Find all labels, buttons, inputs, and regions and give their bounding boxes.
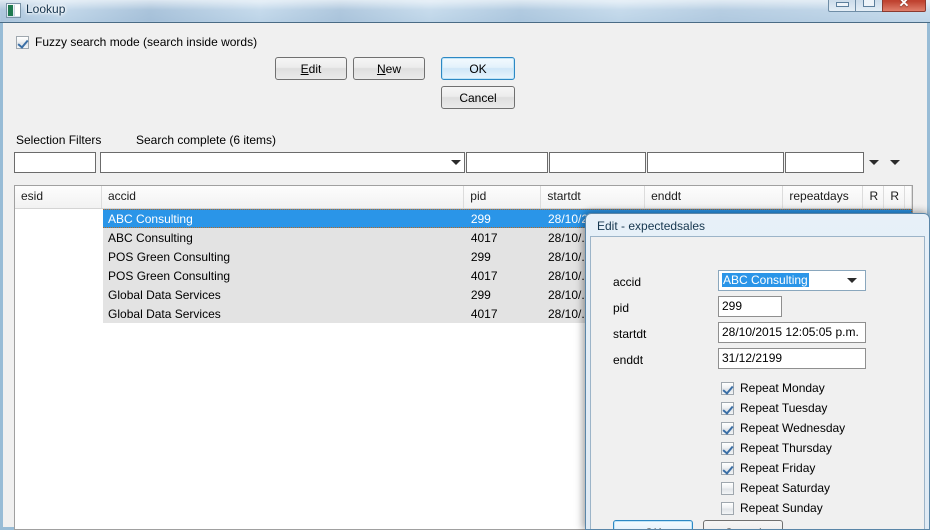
new-button-label: ew <box>385 61 401 76</box>
chevron-down-icon-b[interactable] <box>451 160 461 165</box>
startdt-input[interactable]: 28/10/2015 12:05:05 p.m. <box>718 322 866 343</box>
repeat-thursday-label: Repeat Thursday <box>740 441 832 455</box>
minimize-button[interactable] <box>828 0 856 12</box>
maximize-button[interactable] <box>855 0 883 12</box>
repeat-sunday-checkbox[interactable]: Repeat Sunday <box>721 501 823 515</box>
edit-expectedsales-dialog: Edit - expectedsales accid ABC Consultin… <box>585 213 930 530</box>
esid-gutter-band <box>15 209 103 323</box>
repeat-friday-label: Repeat Friday <box>740 461 816 475</box>
repeat-tuesday-checkbox[interactable]: Repeat Tuesday <box>721 401 827 415</box>
accid-field-label: accid <box>613 275 642 289</box>
chevron-down-icon-accid[interactable] <box>847 278 857 283</box>
pid-field-label: pid <box>613 301 630 315</box>
column-header-enddt[interactable]: enddt <box>645 186 784 208</box>
cell-pid: 299 <box>470 249 491 264</box>
edit-dialog-body: accid ABC Consulting pid 299 startdt 28/… <box>590 236 925 529</box>
close-button[interactable]: ✕ <box>882 0 926 12</box>
chevron-down-icon-f[interactable] <box>869 160 879 165</box>
fuzzy-search-checkbox[interactable]: Fuzzy search mode (search inside words) <box>16 35 257 49</box>
repeat-tuesday-label: Repeat Tuesday <box>740 401 828 415</box>
repeat-saturday-checkbox-box[interactable] <box>721 481 734 495</box>
cell-accid: ABC Consulting <box>108 230 193 245</box>
window-controls: ✕ <box>828 0 926 14</box>
new-button[interactable]: New <box>353 57 425 80</box>
edit-dialog-title: Edit - expectedsales <box>597 219 706 233</box>
filter-input-c[interactable] <box>466 152 548 173</box>
repeat-thursday-checkbox-box[interactable] <box>721 441 734 455</box>
accid-combobox-value: ABC Consulting <box>722 273 809 287</box>
ok-button[interactable]: OK <box>441 57 515 80</box>
column-header-filler <box>905 186 912 208</box>
cell-accid: POS Green Consulting <box>108 268 231 283</box>
app-icon-left-block <box>8 5 13 16</box>
repeat-sunday-label: Repeat Sunday <box>740 501 823 515</box>
grid-header-row: esid accid pid startdt enddt repeatdays … <box>15 186 912 209</box>
repeat-saturday-label: Repeat Saturday <box>740 481 831 495</box>
repeat-friday-checkbox[interactable]: Repeat Friday <box>721 461 815 475</box>
edit-button-label: dit <box>308 61 322 76</box>
column-header-pid[interactable]: pid <box>464 186 542 208</box>
window-title: Lookup <box>26 2 66 16</box>
dialog-cancel-button[interactable]: Cancel <box>703 520 783 529</box>
app-icon-right-block <box>14 5 20 16</box>
column-header-startdt[interactable]: startdt <box>541 186 646 208</box>
new-button-mnemonic: N <box>376 61 386 76</box>
edit-button[interactable]: Edit <box>275 57 347 80</box>
repeat-saturday-checkbox[interactable]: Repeat Saturday <box>721 481 830 495</box>
repeat-monday-checkbox[interactable]: Repeat Monday <box>721 381 825 395</box>
filter-input-e[interactable] <box>647 152 784 173</box>
cell-pid: 4017 <box>470 268 498 283</box>
pid-input-value: 299 <box>722 299 743 313</box>
filter-input-a[interactable] <box>14 152 96 173</box>
repeat-wednesday-checkbox[interactable]: Repeat Wednesday <box>721 421 845 435</box>
cell-pid: 4017 <box>470 230 498 245</box>
filter-input-f[interactable] <box>785 152 864 173</box>
cell-pid: 299 <box>470 287 491 302</box>
filter-combo-b[interactable] <box>100 152 465 173</box>
repeat-friday-checkbox-box[interactable] <box>721 461 734 475</box>
fuzzy-search-checkbox-box[interactable] <box>16 35 29 49</box>
selection-filters-label: Selection Filters <box>16 133 102 147</box>
title-bar[interactable]: Lookup ✕ <box>0 0 930 22</box>
pid-input[interactable]: 299 <box>718 296 782 317</box>
column-header-r2[interactable]: R <box>884 186 906 208</box>
cell-pid: 4017 <box>470 306 498 321</box>
maximize-icon <box>863 0 875 7</box>
column-header-esid[interactable]: esid <box>15 186 102 208</box>
repeat-thursday-checkbox[interactable]: Repeat Thursday <box>721 441 832 455</box>
repeat-wednesday-label: Repeat Wednesday <box>740 421 846 435</box>
filter-input-d[interactable] <box>549 152 646 173</box>
edit-button-mnemonic: E <box>300 61 309 76</box>
repeat-sunday-checkbox-box[interactable] <box>721 501 734 515</box>
close-icon: ✕ <box>898 0 910 10</box>
repeat-wednesday-checkbox-box[interactable] <box>721 421 734 435</box>
column-header-r1[interactable]: R <box>863 186 885 208</box>
chevron-down-icon-g[interactable] <box>890 160 900 165</box>
cell-accid: Global Data Services <box>108 306 221 321</box>
cell-accid: ABC Consulting <box>108 211 193 226</box>
cell-accid: Global Data Services <box>108 287 221 302</box>
dialog-ok-button[interactable]: OK <box>613 520 693 529</box>
cell-pid: 299 <box>470 211 491 226</box>
startdt-field-label: startdt <box>613 327 647 341</box>
enddt-input-value: 31/12/2199 <box>722 351 783 365</box>
repeat-monday-checkbox-box[interactable] <box>721 381 734 395</box>
column-header-accid[interactable]: accid <box>102 186 465 208</box>
column-header-repeatdays[interactable]: repeatdays <box>783 186 864 208</box>
enddt-input[interactable]: 31/12/2199 <box>718 348 866 369</box>
minimize-icon <box>835 2 849 7</box>
startdt-input-value: 28/10/2015 12:05:05 p.m. <box>722 325 859 339</box>
repeat-tuesday-checkbox-box[interactable] <box>721 401 734 415</box>
enddt-field-label: enddt <box>613 353 644 367</box>
cell-accid: POS Green Consulting <box>108 249 231 264</box>
cancel-button[interactable]: Cancel <box>441 86 515 109</box>
accid-combobox[interactable]: ABC Consulting <box>718 270 866 291</box>
repeat-monday-label: Repeat Monday <box>740 381 825 395</box>
fuzzy-search-checkbox-label: Fuzzy search mode (search inside words) <box>35 35 258 49</box>
app-icon <box>6 3 21 18</box>
search-status-label: Search complete (6 items) <box>136 133 277 147</box>
